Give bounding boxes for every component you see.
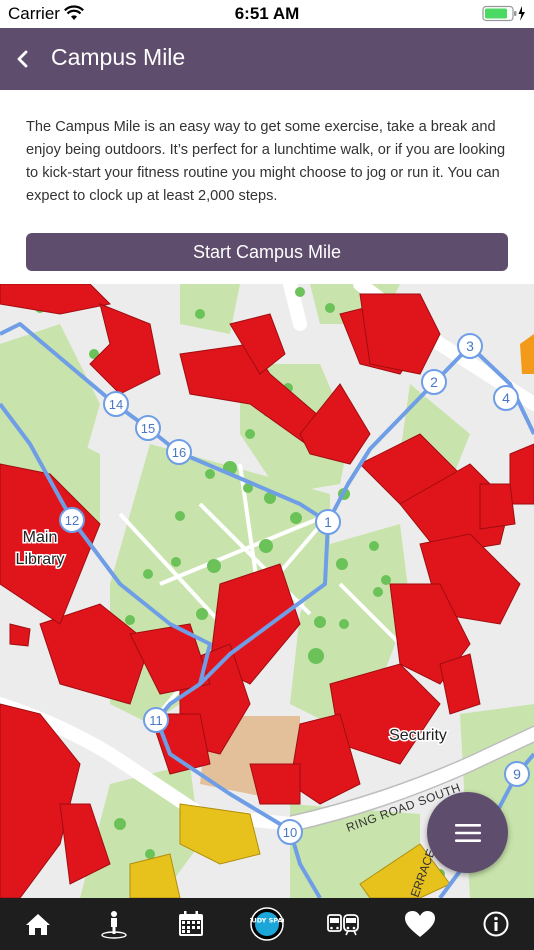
svg-text:3: 3 xyxy=(466,338,474,354)
person-pin-icon xyxy=(101,911,128,939)
waypoint-3[interactable]: 3 xyxy=(457,333,483,359)
waypoint-12[interactable]: 12 xyxy=(59,507,85,533)
status-bar: Carrier 6:51 AM xyxy=(0,0,534,28)
waypoint-15[interactable]: 15 xyxy=(135,415,161,441)
svg-text:10: 10 xyxy=(283,825,297,840)
chevron-left-icon[interactable] xyxy=(12,46,36,72)
calendar-icon xyxy=(178,911,203,936)
svg-text:STUDY SPACE: STUDY SPACE xyxy=(250,917,284,925)
waypoint-14[interactable]: 14 xyxy=(103,391,129,417)
svg-text:11: 11 xyxy=(149,713,163,728)
intro-text: The Campus Mile is an easy way to get so… xyxy=(26,119,506,204)
home-icon xyxy=(26,914,51,935)
svg-text:1: 1 xyxy=(324,514,332,530)
tab-transport[interactable] xyxy=(319,902,367,946)
svg-text:2: 2 xyxy=(430,374,438,390)
tab-home[interactable] xyxy=(14,902,62,946)
svg-text:9: 9 xyxy=(513,766,521,782)
start-campus-mile-button[interactable]: Start Campus Mile xyxy=(26,233,508,271)
svg-text:16: 16 xyxy=(172,445,186,460)
waypoint-2[interactable]: 2 xyxy=(421,369,447,395)
page-title: Campus Mile xyxy=(51,44,186,70)
tab-bar: STUDY SPACE xyxy=(0,898,534,950)
waypoint-16[interactable]: 16 xyxy=(166,439,192,465)
battery-icon xyxy=(482,5,525,22)
menu-icon xyxy=(454,823,481,842)
waypoint-9[interactable]: 9 xyxy=(504,761,530,787)
tab-study-space[interactable]: STUDY SPACE xyxy=(243,902,291,946)
waypoint-4[interactable]: 4 xyxy=(493,385,519,411)
label-main-library-line1: Main xyxy=(23,529,58,546)
navigation-bar: Campus Mile xyxy=(0,28,534,90)
menu-button[interactable] xyxy=(427,792,508,873)
svg-text:12: 12 xyxy=(65,513,79,528)
heart-icon xyxy=(404,911,435,937)
waypoint-10[interactable]: 10 xyxy=(277,819,303,845)
tab-info[interactable] xyxy=(472,902,520,946)
svg-text:4: 4 xyxy=(502,390,510,406)
tab-favourites[interactable] xyxy=(396,902,444,946)
study-space-icon: STUDY SPACE xyxy=(250,907,284,941)
tab-calendar[interactable] xyxy=(167,902,215,946)
info-icon xyxy=(483,911,509,937)
tab-location[interactable] xyxy=(90,902,138,946)
label-security: Security xyxy=(389,727,447,744)
svg-text:14: 14 xyxy=(109,397,123,412)
clock: 6:51 AM xyxy=(234,4,300,23)
bus-train-icon xyxy=(327,914,360,936)
waypoint-11[interactable]: 11 xyxy=(143,707,169,733)
svg-text:15: 15 xyxy=(141,421,155,436)
label-main-library-line2: Library xyxy=(16,551,65,568)
waypoint-1[interactable]: 1 xyxy=(315,509,341,535)
